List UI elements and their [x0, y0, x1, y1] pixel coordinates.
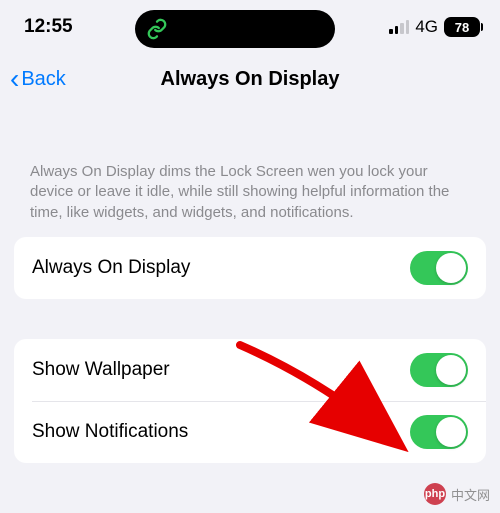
status-right: 4G 78 — [389, 17, 480, 37]
battery-level: 78 — [455, 20, 469, 35]
row-show-notifications: Show Notifications — [14, 401, 486, 463]
toggle-show-notifications[interactable] — [410, 415, 468, 449]
link-icon — [145, 17, 169, 41]
chevron-left-icon: ‹ — [10, 65, 19, 93]
toggle-always-on-display[interactable] — [410, 251, 468, 285]
page-title: Always On Display — [161, 68, 340, 91]
watermark-text: 中文网 — [451, 485, 490, 504]
row-label: Show Notifications — [32, 421, 188, 443]
section-description: Always On Display dims the Lock Screen w… — [0, 104, 500, 237]
network-label: 4G — [415, 17, 438, 37]
status-time: 12:55 — [24, 16, 73, 38]
battery-icon: 78 — [444, 17, 480, 37]
settings-group-main: Always On Display — [14, 237, 486, 299]
row-label: Always On Display — [32, 257, 190, 279]
settings-group-options: Show Wallpaper Show Notifications — [14, 339, 486, 463]
dynamic-island[interactable] — [135, 10, 335, 48]
row-label: Show Wallpaper — [32, 359, 170, 381]
toggle-show-wallpaper[interactable] — [410, 353, 468, 387]
navigation-header: ‹ Back Always On Display — [0, 54, 500, 104]
status-bar: 12:55 4G 78 — [0, 0, 500, 54]
row-show-wallpaper: Show Wallpaper — [14, 339, 486, 401]
row-always-on-display: Always On Display — [14, 237, 486, 299]
back-button[interactable]: ‹ Back — [10, 65, 66, 93]
watermark: php 中文网 — [424, 483, 490, 505]
back-label: Back — [21, 68, 65, 91]
cellular-signal-icon — [389, 20, 409, 34]
watermark-logo-icon: php — [424, 483, 446, 505]
